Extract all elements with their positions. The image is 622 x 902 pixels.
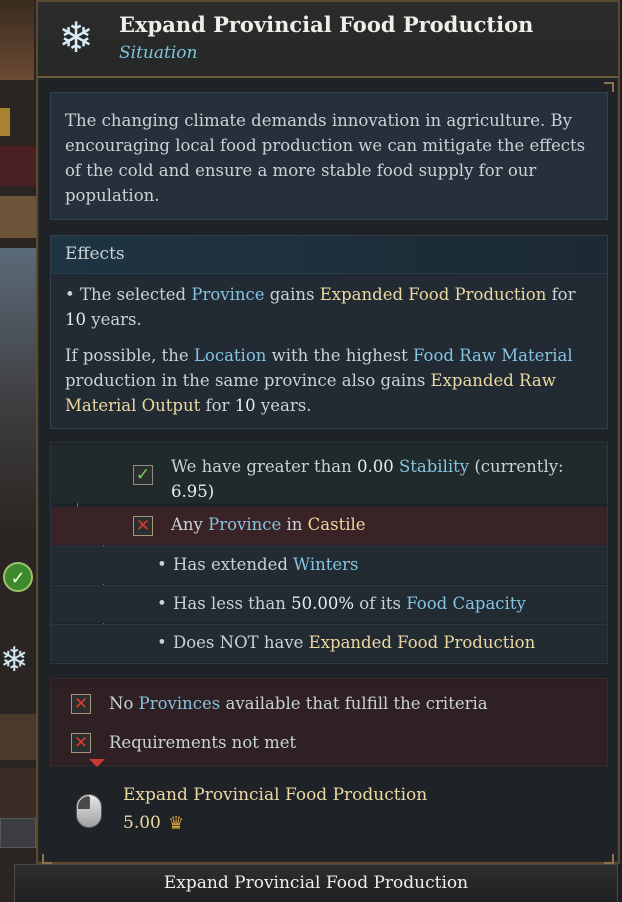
effects-heading: Effects (51, 236, 607, 274)
action-row[interactable]: Expand Provincial Food Production 5.00 ♛ (50, 778, 608, 848)
province-link[interactable]: Province (191, 285, 264, 304)
crown-icon: ♛ (168, 813, 185, 834)
expand-food-production-button[interactable]: Expand Provincial Food Production (14, 864, 618, 902)
modifier-link[interactable]: Expanded Food Production (320, 285, 547, 304)
country-link[interactable]: Castile (308, 515, 366, 534)
description-text: The changing climate demands innovation … (50, 92, 608, 220)
bullet: • (157, 633, 167, 652)
location-link[interactable]: Location (194, 346, 266, 365)
requirement-row: • Has extended Winters (51, 546, 607, 584)
bullet: • (157, 555, 167, 574)
corner-ornament (604, 854, 614, 864)
tooltip-header: ❄ Expand Provincial Food Production Situ… (38, 2, 618, 78)
snowflake-icon[interactable]: ❄ (0, 640, 29, 680)
cross-icon: ✕ (133, 516, 153, 536)
action-title: Expand Provincial Food Production (123, 785, 428, 805)
winters-link[interactable]: Winters (293, 555, 358, 574)
check-icon[interactable]: ✓ (3, 562, 33, 592)
province-link[interactable]: Province (208, 515, 281, 534)
status-panel: ✕ No Provinces available that fulfill th… (50, 678, 608, 767)
requirement-row: • Does NOT have Expanded Food Production (51, 624, 607, 662)
stability-link[interactable]: Stability (399, 457, 469, 476)
checkmark-icon: ✓ (133, 465, 153, 485)
requirements-panel: ✓ We have greater than 0.00 Stability (c… (50, 442, 608, 664)
tooltip-title: Expand Provincial Food Production (119, 12, 534, 37)
corner-ornament (604, 82, 614, 92)
cross-icon: ✕ (71, 733, 91, 753)
effect-line: If possible, the Location with the highe… (65, 346, 573, 415)
ruler-portrait[interactable] (0, 0, 34, 80)
modifier-link[interactable]: Expanded Food Production (309, 633, 536, 652)
provinces-link[interactable]: Provinces (139, 694, 221, 713)
mouse-icon (76, 794, 102, 828)
snowflake-icon: ❄ (58, 13, 94, 62)
background-image (0, 248, 36, 532)
background-tile (0, 714, 36, 760)
effect-line: • The selected Province gains Expanded F… (65, 285, 576, 329)
status-row: ✕ No Provinces available that fulfill th… (51, 685, 607, 723)
food-capacity-link[interactable]: Food Capacity (406, 594, 526, 613)
background-tile (0, 768, 36, 820)
status-row: ✕ Requirements not met (51, 724, 607, 762)
requirement-row: • Has less than 50.00% of its Food Capac… (51, 585, 607, 623)
corner-ornament (42, 854, 52, 864)
background-tile[interactable] (0, 146, 36, 186)
action-cost: 5.00 (123, 813, 161, 833)
situation-tooltip: ❄ Expand Provincial Food Production Situ… (36, 0, 620, 864)
requirement-row: ✕ Any Province in Castile (51, 507, 607, 545)
bullet: • (157, 594, 167, 613)
cross-icon: ✕ (71, 694, 91, 714)
caret-down-icon (89, 759, 105, 767)
background-tile[interactable] (0, 196, 36, 238)
tooltip-subtitle: Situation (119, 43, 198, 63)
background-tab[interactable] (0, 108, 10, 136)
effects-panel: Effects • The selected Province gains Ex… (50, 235, 608, 429)
background-button[interactable] (0, 818, 36, 848)
resource-link[interactable]: Food Raw Material (413, 346, 573, 365)
requirement-row: ✓ We have greater than 0.00 Stability (c… (51, 445, 607, 503)
